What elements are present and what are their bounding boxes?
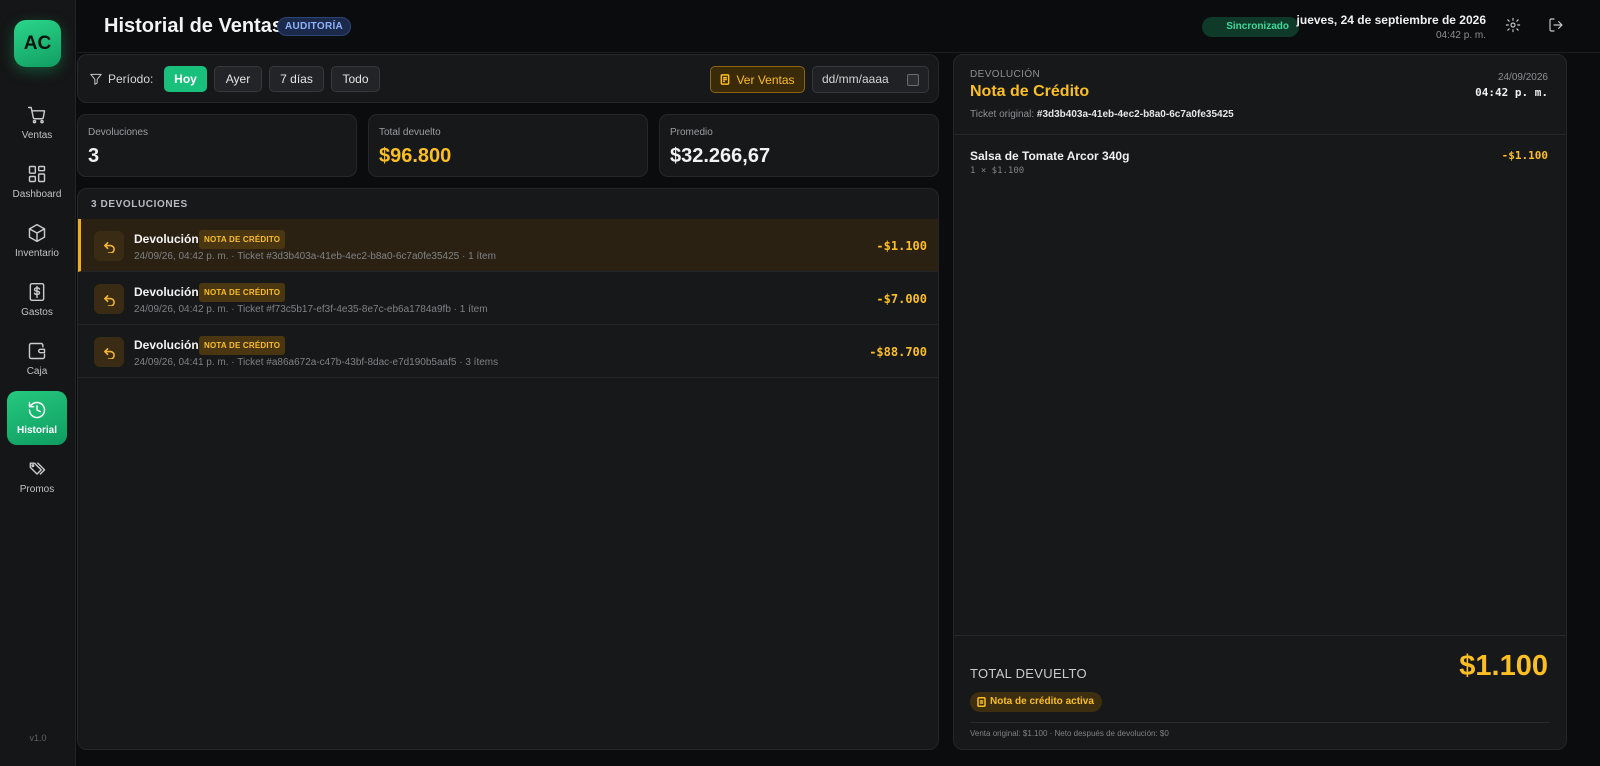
row-subtitle: 24/09/26, 04:42 p. m. · Ticket #f73c5b17… (134, 304, 488, 315)
current-date: jueves, 24 de septiembre de 2026 (1296, 13, 1486, 27)
credit-note-status-badge: Nota de crédito activa (970, 692, 1102, 712)
credit-note-badge: NOTA DE CRÉDITO (199, 283, 286, 302)
item-amount: -$1.100 (1501, 149, 1548, 162)
stat-value: $32.266,67 (670, 145, 771, 167)
document-icon (977, 697, 986, 707)
date-placeholder: dd/mm/aaaa (822, 72, 889, 86)
sidebar-item-inventario[interactable]: Inventario (7, 214, 67, 268)
row-title: Devolución (134, 232, 199, 246)
credit-note-badge: NOTA DE CRÉDITO (199, 230, 286, 249)
status-badge-label: Nota de crédito activa (990, 696, 1094, 707)
ver-ventas-label: Ver Ventas (736, 72, 795, 87)
history-icon (28, 401, 46, 419)
return-arrow-icon (94, 231, 124, 261)
return-detail-panel: DEVOLUCIÓN Nota de Crédito Ticket origin… (953, 54, 1567, 750)
item-quantity: 1 × $1.100 (970, 166, 1025, 176)
period-button-hoy[interactable]: Hoy (164, 66, 207, 92)
sidebar-item-caja[interactable]: Caja (7, 332, 67, 386)
gear-icon (1505, 17, 1521, 33)
stat-card-devoluciones: Devoluciones 3 (77, 114, 357, 177)
detail-title: Nota de Crédito (970, 83, 1090, 100)
row-subtitle: 24/09/26, 04:42 p. m. · Ticket #3d3b403a… (134, 251, 496, 262)
item-name: Salsa de Tomate Arcor 340g (970, 149, 1130, 163)
period-button-ayer[interactable]: Ayer (214, 66, 262, 92)
period-label: Período: (108, 72, 154, 86)
row-amount: -$88.700 (869, 345, 927, 359)
sidebar-item-label: Gastos (21, 307, 53, 318)
audit-badge: AUDITORÍA (277, 17, 352, 36)
filter-icon (89, 72, 103, 86)
row-amount: -$7.000 (876, 292, 927, 306)
sidebar-item-promos[interactable]: Promos (7, 450, 67, 504)
original-ticket: Ticket original: #3d3b403a-41eb-4ec2-b8a… (970, 109, 1234, 120)
return-arrow-icon (94, 284, 124, 314)
date-filter-input[interactable]: dd/mm/aaaa (812, 66, 929, 93)
stat-value: 3 (88, 145, 100, 167)
wallet-icon (28, 342, 46, 360)
returns-list-panel: 3 DEVOLUCIONES Devolución NOTA DE CRÉDIT… (77, 188, 939, 750)
tags-icon (29, 462, 46, 475)
row-title: Devolución (134, 285, 199, 299)
period-button-todo[interactable]: Todo (331, 66, 380, 92)
receipt-icon (721, 74, 730, 85)
ver-ventas-button[interactable]: Ver Ventas (710, 66, 805, 93)
settings-button[interactable] (1505, 17, 1523, 35)
sidebar-item-label: Dashboard (12, 189, 62, 200)
credit-note-badge: NOTA DE CRÉDITO (199, 336, 286, 355)
sidebar-item-gastos[interactable]: Gastos (7, 273, 67, 327)
detail-header: DEVOLUCIÓN Nota de Crédito Ticket origin… (954, 55, 1566, 135)
sidebar: AC Ventas Dashboard Inventario Gastos Ca… (0, 0, 76, 766)
total-label: TOTAL DEVUELTO (970, 666, 1087, 681)
total-value: $1.100 (1459, 650, 1548, 682)
sidebar-item-historial[interactable]: Historial (7, 391, 67, 445)
page-title: Historial de Ventas (104, 15, 283, 37)
stat-label: Devoluciones (88, 127, 149, 138)
sidebar-item-ventas[interactable]: Ventas (7, 96, 67, 150)
divider (970, 722, 1550, 723)
current-time: 04:42 p. m. (1435, 30, 1486, 41)
top-header: Historial de Ventas AUDITORÍA Sincroniza… (77, 0, 1600, 53)
dollar-receipt-icon (29, 282, 45, 302)
ticket-label: Ticket original: (970, 109, 1035, 120)
period-button-7-dias[interactable]: 7 días (269, 66, 324, 92)
sidebar-item-label: Ventas (21, 130, 53, 141)
app-version: v1.0 (29, 733, 47, 743)
return-row[interactable]: Devolución NOTA DE CRÉDITO 24/09/26, 04:… (78, 219, 938, 272)
stat-card-promedio: Promedio $32.266,67 (659, 114, 939, 177)
sidebar-item-label: Caja (26, 366, 48, 377)
footnote: Venta original: $1.100 · Neto después de… (970, 729, 1169, 738)
sidebar-item-label: Inventario (15, 248, 59, 259)
return-row[interactable]: Devolución NOTA DE CRÉDITO 24/09/26, 04:… (78, 272, 938, 325)
grid-icon (28, 165, 46, 183)
logout-button[interactable] (1548, 17, 1566, 35)
cart-icon (27, 106, 46, 124)
app-logo[interactable]: AC (14, 20, 61, 67)
detail-time: 04:42 p. m. (1475, 86, 1548, 99)
sidebar-item-label: Promos (19, 484, 55, 495)
row-title: Devolución (134, 338, 199, 352)
sync-status-badge: Sincronizado (1202, 17, 1299, 37)
sidebar-item-label: Historial (16, 425, 57, 436)
row-amount: -$1.100 (876, 239, 927, 253)
return-row[interactable]: Devolución NOTA DE CRÉDITO 24/09/26, 04:… (78, 325, 938, 378)
sidebar-item-dashboard[interactable]: Dashboard (7, 155, 67, 209)
return-arrow-icon (94, 337, 124, 367)
filter-bar: Período: Hoy Ayer 7 días Todo Ver Ventas… (77, 54, 939, 103)
calendar-icon[interactable] (907, 74, 919, 86)
detail-kicker: DEVOLUCIÓN (970, 69, 1041, 80)
stat-label: Total devuelto (379, 127, 441, 138)
row-subtitle: 24/09/26, 04:41 p. m. · Ticket #a86a672a… (134, 357, 499, 368)
detail-date: 24/09/2026 (1497, 72, 1548, 83)
ticket-id: #3d3b403a-41eb-4ec2-b8a0-6c7a0fe35425 (1036, 109, 1234, 120)
detail-footer: TOTAL DEVUELTO $1.100 Nota de crédito ac… (954, 635, 1566, 749)
stat-label: Promedio (670, 127, 713, 138)
box-icon (28, 223, 46, 243)
stat-card-total-devuelto: Total devuelto $96.800 (368, 114, 648, 177)
list-header: 3 DEVOLUCIONES (91, 199, 188, 210)
logout-icon (1549, 18, 1563, 32)
stat-value: $96.800 (379, 145, 452, 167)
